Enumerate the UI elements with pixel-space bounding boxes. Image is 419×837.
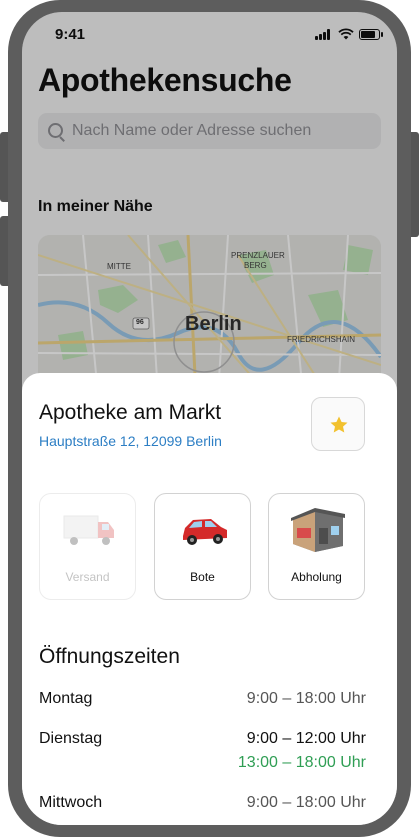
pharmacy-detail-sheet: Apotheke am Markt Hauptstraße 12, 12099 … [22,373,397,825]
hours-time-dienstag-2: 13:00 – 18:00 Uhr [237,754,366,771]
hours-time-dienstag-1: 9:00 – 12:00 Uhr [246,730,366,747]
opening-hours-heading: Öffnungszeiten [39,645,180,668]
hours-time-mittwoch: 9:00 – 18:00 Uhr [246,794,366,811]
hours-day-mittwoch: Mittwoch [39,794,103,811]
pharmacy-address-link[interactable]: Hauptstraße 12, 12099 Berlin [39,433,222,449]
app-screen: 9:41 Apothekensuche Nach Name oder Adres… [22,12,397,825]
store-icon [291,508,345,552]
delivery-option-abholung[interactable]: Abholung [268,493,365,600]
favorite-button[interactable] [311,397,365,451]
car-icon [183,519,227,545]
truck-icon [63,515,114,545]
delivery-option-label: Abholung [291,570,342,584]
hours-time-montag: 9:00 – 18:00 Uhr [246,690,366,707]
hours-day-montag: Montag [39,690,93,707]
delivery-option-versand[interactable]: Versand [39,493,136,600]
delivery-option-label: Bote [190,570,215,584]
pharmacy-name: Apotheke am Markt [39,401,222,424]
delivery-option-bote[interactable]: Bote [154,493,251,600]
hours-day-dienstag: Dienstag [39,730,103,747]
star-icon [330,416,348,433]
phone-mockup: 9:41 Apothekensuche Nach Name oder Adres… [0,0,419,837]
delivery-option-label: Versand [65,570,110,584]
